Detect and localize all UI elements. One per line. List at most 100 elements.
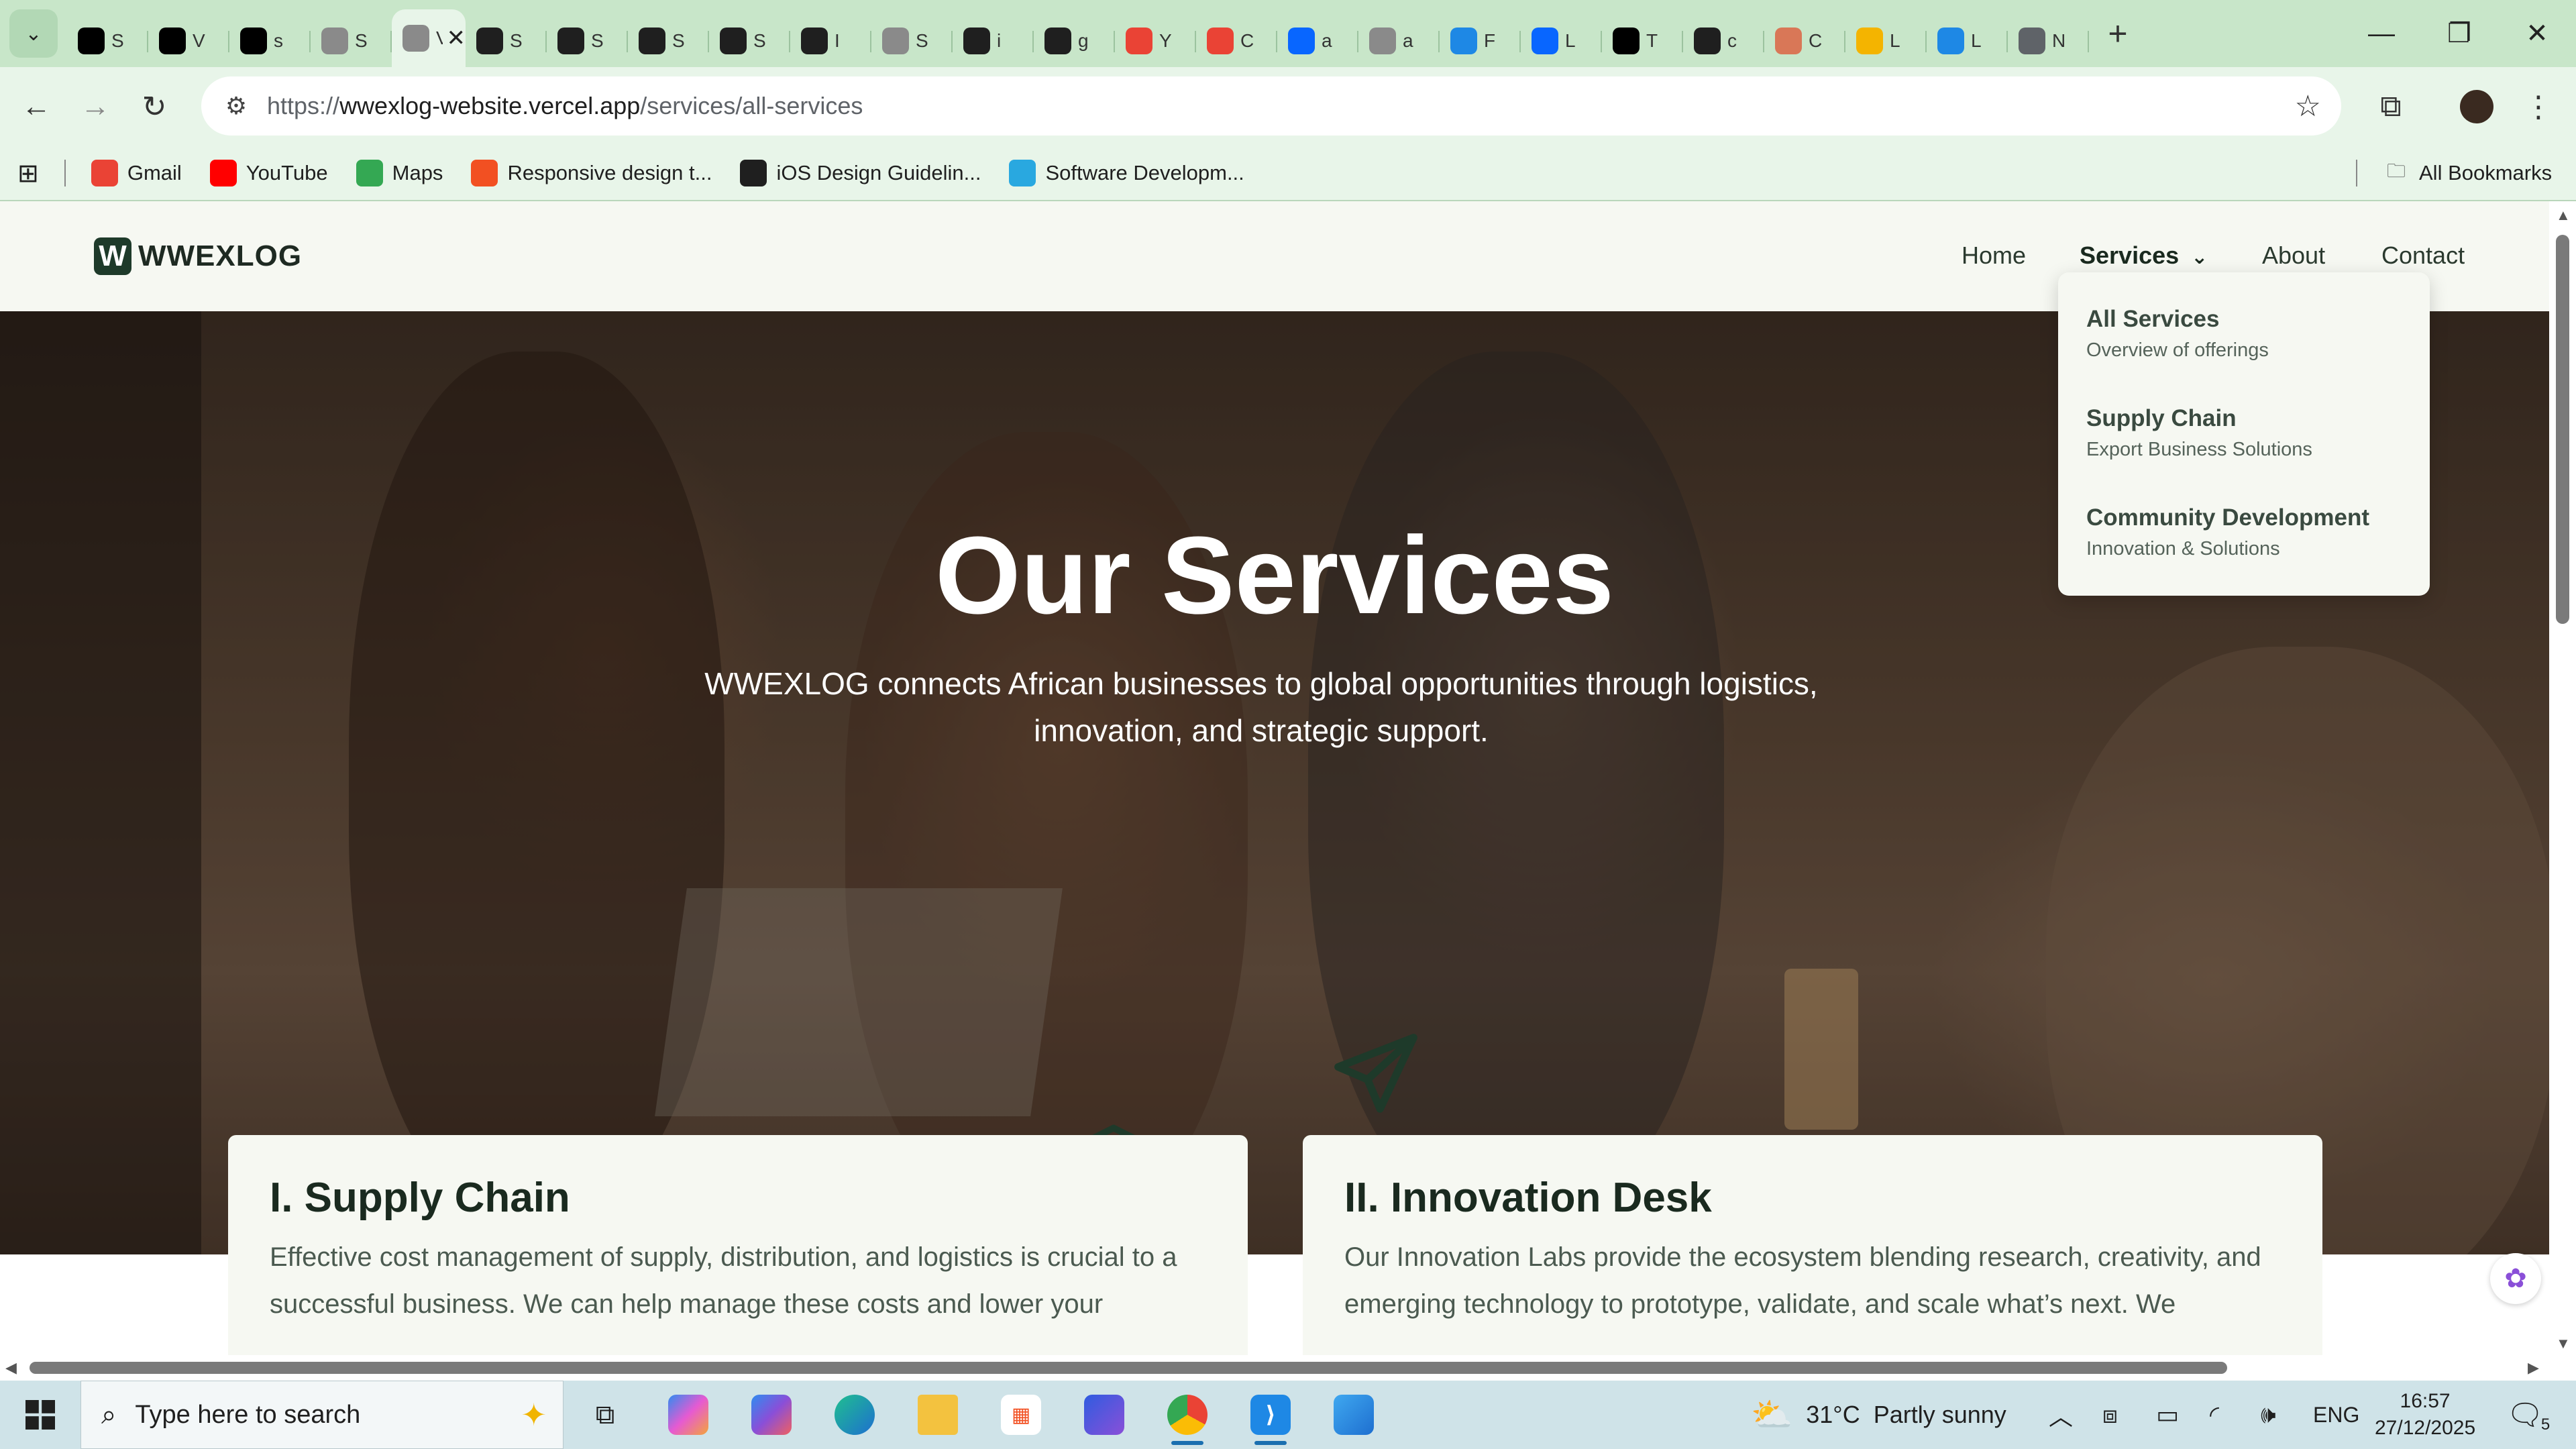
browser-tab[interactable]: i <box>953 15 1034 67</box>
circle-app-icon <box>1009 160 1036 186</box>
taskbar-search-input[interactable]: ⌕ Type here to search ✦ <box>80 1381 564 1449</box>
taskbar-m365[interactable] <box>730 1381 813 1449</box>
browser-tab[interactable]: s <box>229 15 311 67</box>
dropdown-item-subtitle: Overview of offerings <box>2086 339 2269 361</box>
wifi-icon[interactable]: ◜ <box>2210 1381 2219 1449</box>
taskbar-file-explorer[interactable] <box>896 1381 979 1449</box>
scroll-down-icon[interactable]: ▼ <box>2556 1335 2571 1352</box>
weather-widget[interactable]: ⛅ 31°C Partly sunny <box>1751 1381 2006 1449</box>
browser-tab[interactable]: a <box>1277 15 1358 67</box>
browser-tab[interactable]: T <box>1602 15 1683 67</box>
browser-tab[interactable]: I <box>790 15 871 67</box>
browser-tab[interactable]: F <box>1440 15 1521 67</box>
nav-services[interactable]: Services ⌄ <box>2080 241 2208 270</box>
vertical-scrollbar[interactable]: ▲ ▼ <box>2549 201 2576 1355</box>
start-button[interactable] <box>0 1381 80 1449</box>
profile-button[interactable] <box>2450 80 2504 133</box>
scroll-left-icon[interactable]: ◀ <box>5 1359 17 1377</box>
notifications-button[interactable]: 🗨 5 <box>2506 1381 2550 1449</box>
dropdown-item-community-development[interactable]: Community Development Innovation & Solut… <box>2058 504 2430 604</box>
browser-tab[interactable]: S <box>547 15 628 67</box>
task-view-button[interactable]: ⧉ <box>564 1381 647 1449</box>
browser-tab[interactable]: L <box>1521 15 1602 67</box>
horizontal-scrollbar-thumb[interactable] <box>30 1362 2227 1374</box>
browser-tab[interactable]: S <box>628 15 709 67</box>
dropdown-item-supply-chain[interactable]: Supply Chain Export Business Solutions <box>2058 405 2430 504</box>
nav-about[interactable]: About <box>2262 241 2325 270</box>
browser-tab[interactable]: g <box>1034 15 1115 67</box>
taskbar-edge[interactable] <box>813 1381 896 1449</box>
menu-button[interactable]: ⋮ <box>2512 80 2565 133</box>
minimize-button[interactable]: — <box>2343 0 2420 67</box>
browser-tab[interactable]: V ✕ <box>392 9 466 67</box>
url-text[interactable]: https://wwexlog-website.vercel.app/servi… <box>267 92 863 120</box>
extensions-button[interactable]: ⧉ <box>2364 80 2418 133</box>
nav-contact[interactable]: Contact <box>2381 241 2465 270</box>
all-bookmarks-button[interactable]: 🗀 All Bookmarks <box>2383 160 2552 186</box>
taskbar-chrome[interactable] <box>1146 1381 1229 1449</box>
browser-tab[interactable]: V <box>148 15 229 67</box>
bookmark-star-icon[interactable]: ☆ <box>2295 89 2321 123</box>
browser-tab[interactable]: L <box>1845 15 1927 67</box>
bookmark-item[interactable]: iOS Design Guidelin... <box>740 160 981 186</box>
assistant-floating-icon[interactable]: ✿ <box>2490 1253 2541 1304</box>
course-icon <box>1856 28 1883 54</box>
vertical-scrollbar-thumb[interactable] <box>2556 235 2569 624</box>
bookmark-item[interactable]: Maps <box>356 160 443 186</box>
browser-tab[interactable]: C <box>1764 15 1845 67</box>
bookmark-item[interactable]: Software Developm... <box>1009 160 1244 186</box>
taskbar-store[interactable]: ▦ <box>979 1381 1063 1449</box>
back-button[interactable]: ← <box>9 80 63 133</box>
store-icon: ▦ <box>1001 1395 1041 1435</box>
bookmark-item[interactable]: Responsive design t... <box>471 160 712 186</box>
browser-tab[interactable]: a <box>1358 15 1440 67</box>
browser-tab[interactable]: C <box>1196 15 1277 67</box>
clock[interactable]: 16:57 27/12/2025 <box>2375 1381 2475 1449</box>
taskbar-vscode[interactable]: ⟩ <box>1229 1381 1312 1449</box>
horizontal-scrollbar[interactable]: ◀ ▶ <box>0 1355 2576 1381</box>
tab-app-icon <box>240 28 267 54</box>
windows-icon <box>25 1400 55 1430</box>
restore-button[interactable]: ❐ <box>2420 0 2498 67</box>
new-tab-button[interactable]: + <box>2094 10 2141 57</box>
forward-button[interactable]: → <box>68 80 122 133</box>
browser-tab[interactable]: S <box>871 15 953 67</box>
volume-icon[interactable]: 🕪 <box>2261 1381 2276 1449</box>
site-logo[interactable]: W WWEXLOG <box>94 237 302 275</box>
tab-search-button[interactable]: ⌄ <box>9 9 58 58</box>
browser-tab[interactable]: N <box>2008 15 2089 67</box>
taskbar-app[interactable] <box>1063 1381 1146 1449</box>
site-info-icon[interactable]: ⚙ <box>216 86 256 126</box>
bookmarks-bar: ⊞ Gmail YouTube Maps Responsive design t...… <box>0 146 2576 201</box>
language-indicator[interactable]: ENG <box>2313 1381 2359 1449</box>
tab-title: S <box>111 30 124 51</box>
show-hidden-icons-button[interactable]: ︿ <box>2049 1381 2073 1449</box>
tray-meet-icon[interactable]: ⧈ <box>2102 1381 2118 1449</box>
battery-icon[interactable]: ▭ <box>2156 1381 2179 1449</box>
bookmark-label: Responsive design t... <box>507 161 712 184</box>
nav-home[interactable]: Home <box>1962 241 2026 270</box>
scroll-up-icon[interactable]: ▲ <box>2556 207 2571 224</box>
apps-button[interactable]: ⊞ <box>17 158 39 189</box>
browser-tab[interactable]: S <box>67 15 148 67</box>
bookmark-item[interactable]: Gmail <box>91 160 182 186</box>
browser-tab[interactable]: S <box>466 15 547 67</box>
close-tab-icon[interactable]: ✕ <box>447 25 466 52</box>
close-window-button[interactable]: ✕ <box>2498 0 2576 67</box>
address-bar[interactable]: ⚙ https://wwexlog-website.vercel.app/ser… <box>201 76 2341 136</box>
browser-tab[interactable]: c <box>1683 15 1764 67</box>
bookmark-item[interactable]: YouTube <box>209 160 328 186</box>
browser-tab[interactable]: S <box>709 15 790 67</box>
browser-tab[interactable]: L <box>1927 15 2008 67</box>
meta-icon <box>1532 28 1558 54</box>
reload-button[interactable]: ↻ <box>127 80 181 133</box>
taskbar-photos[interactable] <box>1312 1381 1395 1449</box>
dropdown-item-all-services[interactable]: All Services Overview of offerings <box>2058 306 2430 405</box>
browser-tab[interactable]: Y <box>1115 15 1196 67</box>
scroll-right-icon[interactable]: ▶ <box>2528 1359 2539 1377</box>
browser-tab[interactable]: S <box>311 15 392 67</box>
tab-title: S <box>916 30 928 51</box>
vscode-icon: ⟩ <box>1250 1395 1291 1435</box>
taskbar-copilot[interactable] <box>647 1381 730 1449</box>
tab-title: L <box>1565 30 1576 51</box>
